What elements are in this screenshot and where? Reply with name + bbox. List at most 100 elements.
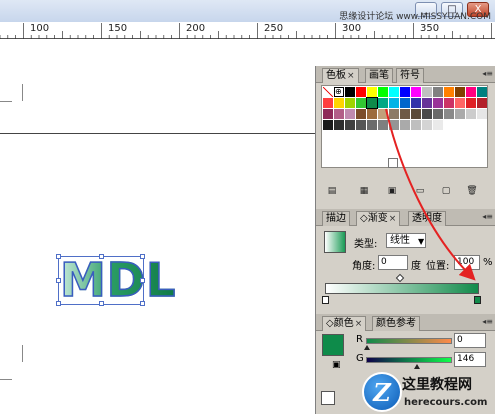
color-swatch[interactable] (323, 120, 333, 130)
gradient-start-stop[interactable] (322, 296, 329, 304)
color-swatch[interactable] (422, 109, 432, 119)
color-swatch[interactable] (356, 109, 366, 119)
close-icon[interactable]: × (389, 214, 397, 224)
green-slider[interactable] (366, 357, 452, 363)
fill-color-swatch[interactable] (322, 334, 344, 356)
color-swatch[interactable] (466, 109, 476, 119)
color-swatch[interactable] (466, 98, 476, 108)
color-swatch[interactable] (455, 120, 465, 130)
color-swatch[interactable] (444, 98, 454, 108)
color-swatch[interactable] (455, 98, 465, 108)
color-swatch[interactable] (389, 87, 399, 97)
gradient-end-stop[interactable] (474, 296, 481, 304)
color-swatch[interactable] (422, 120, 432, 130)
color-swatch[interactable] (367, 87, 377, 97)
color-swatch[interactable] (455, 87, 465, 97)
selection-handle[interactable] (56, 254, 61, 259)
color-swatch[interactable] (411, 109, 421, 119)
red-value-input[interactable]: 0 (454, 333, 486, 348)
close-icon[interactable]: × (347, 71, 355, 81)
trash-icon[interactable]: 🗑 (466, 186, 478, 197)
color-swatch[interactable] (433, 120, 443, 130)
color-swatch[interactable] (433, 87, 443, 97)
tab-stroke[interactable]: 描边 (322, 211, 350, 226)
selection-handle[interactable] (140, 254, 145, 259)
color-swatch[interactable] (444, 87, 454, 97)
tab-color[interactable]: ◇颜色× (322, 316, 367, 331)
color-swatch[interactable] (422, 98, 432, 108)
chevron-down-icon[interactable]: ▼ (418, 237, 424, 246)
selection-handle[interactable] (140, 301, 145, 306)
color-swatch[interactable] (433, 109, 443, 119)
swatch-selected[interactable] (366, 97, 378, 109)
selection-handle[interactable] (56, 301, 61, 306)
color-swatch[interactable] (323, 98, 333, 108)
color-swatch[interactable] (378, 120, 388, 130)
color-swatch[interactable] (400, 120, 410, 130)
color-swatch[interactable] (400, 109, 410, 119)
color-swatch[interactable] (422, 87, 432, 97)
color-swatch[interactable] (444, 109, 454, 119)
color-swatch[interactable] (334, 109, 344, 119)
gradient-preview-swatch[interactable] (324, 231, 346, 253)
selection-handle[interactable] (99, 254, 104, 259)
registration-swatch[interactable]: ⊕ (334, 87, 344, 97)
color-swatch[interactable] (389, 98, 399, 108)
tab-symbols[interactable]: 符号 (396, 68, 424, 83)
tab-gradient[interactable]: ◇渐变× (356, 211, 401, 226)
selection-handle[interactable] (56, 278, 61, 283)
color-swatch[interactable] (477, 98, 487, 108)
gradient-midpoint-diamond[interactable] (395, 273, 405, 283)
color-swatch[interactable] (433, 98, 443, 108)
green-slider-caret[interactable] (414, 364, 420, 369)
color-swatch[interactable] (334, 120, 344, 130)
color-swatch[interactable] (378, 87, 388, 97)
color-swatch[interactable] (466, 87, 476, 97)
color-swatch[interactable] (411, 120, 421, 130)
red-slider-caret[interactable] (364, 345, 370, 350)
color-swatch[interactable] (444, 120, 454, 130)
color-swatch[interactable] (367, 120, 377, 130)
gradient-slider-bar[interactable] (325, 283, 479, 294)
color-swatch[interactable] (378, 109, 388, 119)
new-swatch-icon[interactable]: ▢ (440, 186, 452, 197)
close-icon[interactable]: × (355, 319, 363, 329)
swatch-options-icon[interactable]: ▣ (386, 186, 398, 197)
color-swatch[interactable] (356, 120, 366, 130)
angle-input[interactable]: 0 (378, 255, 408, 270)
out-of-gamut-icon[interactable]: ▣ (332, 360, 341, 370)
selection-handle[interactable] (140, 278, 145, 283)
color-swatch[interactable] (400, 87, 410, 97)
color-group-icon[interactable]: ▭ (414, 186, 426, 197)
show-swatch-kinds-icon[interactable]: ▦ (358, 186, 370, 197)
panel-menu-icon[interactable]: ◂≡ (482, 212, 493, 221)
color-swatch[interactable] (367, 109, 377, 119)
color-swatch[interactable] (477, 120, 487, 130)
color-swatch[interactable] (477, 87, 487, 97)
none-color-box[interactable] (321, 391, 335, 405)
color-swatch[interactable] (345, 109, 355, 119)
color-swatch[interactable] (389, 120, 399, 130)
color-swatch[interactable] (345, 98, 355, 108)
color-swatch[interactable] (400, 98, 410, 108)
position-input[interactable]: 100 (454, 255, 480, 270)
color-swatch[interactable] (345, 87, 355, 97)
color-swatch[interactable] (477, 109, 487, 119)
red-slider[interactable] (366, 338, 452, 344)
none-swatch[interactable] (323, 87, 333, 97)
panel-menu-icon[interactable]: ◂≡ (482, 317, 493, 326)
swatch-library-icon[interactable]: ▤ (326, 186, 338, 197)
color-swatch[interactable] (345, 120, 355, 130)
color-swatch[interactable] (411, 87, 421, 97)
tab-swatches[interactable]: 色板× (322, 68, 359, 83)
color-swatch[interactable] (356, 98, 366, 108)
color-swatch[interactable] (334, 98, 344, 108)
color-swatch[interactable] (378, 98, 388, 108)
tab-brushes[interactable]: 画笔 (365, 68, 393, 83)
color-swatch[interactable] (323, 109, 333, 119)
color-swatch[interactable] (455, 109, 465, 119)
color-swatch[interactable] (411, 98, 421, 108)
horizontal-ruler[interactable]: 100 150 200 250 300 350 (0, 22, 495, 39)
panel-menu-icon[interactable]: ◂≡ (482, 69, 493, 78)
tab-transparency[interactable]: 透明度 (408, 211, 446, 226)
